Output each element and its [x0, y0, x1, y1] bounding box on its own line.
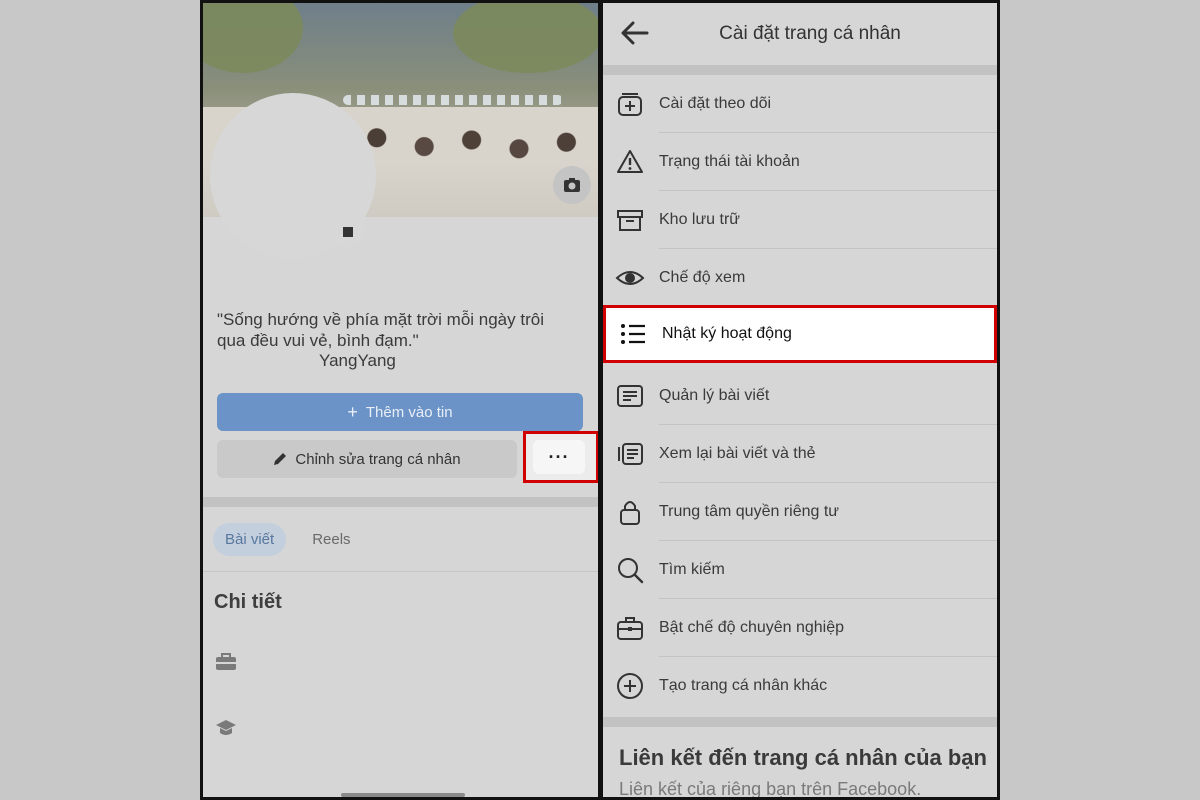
- eye-icon: [615, 263, 645, 293]
- more-options-highlight: ···: [523, 431, 598, 483]
- plus-icon: +: [347, 401, 358, 422]
- menu-item-label: Cài đặt theo dõi: [659, 95, 772, 112]
- profile-link-heading: Liên kết đến trang cá nhân của bạn: [619, 745, 987, 770]
- search-icon: [615, 555, 645, 585]
- cover-tree: [203, 3, 303, 73]
- cover-camera-button[interactable]: [553, 166, 591, 204]
- menu-item-follow-settings[interactable]: Cài đặt theo dõi: [603, 75, 997, 133]
- menu-item-label: Kho lưu trữ: [659, 211, 741, 228]
- edit-profile-label: Chỉnh sửa trang cá nhân: [295, 450, 461, 468]
- menu-item-account-status[interactable]: Trạng thái tài khoản: [603, 133, 997, 191]
- page-title: Cài đặt trang cá nhân: [719, 23, 901, 44]
- archive-icon: [615, 205, 645, 235]
- add-story-label: Thêm vào tin: [365, 403, 453, 421]
- profile-tabs: Bài viết Reels: [213, 523, 363, 556]
- section-divider: [603, 717, 997, 727]
- menu-item-label: Bật chế độ chuyên nghiệp: [659, 619, 845, 636]
- tabs-divider: [203, 571, 598, 572]
- menu-item-label: Nhật ký hoạt động: [662, 325, 792, 342]
- add-story-button[interactable]: + Thêm vào tin: [217, 393, 583, 431]
- tab-reels[interactable]: Reels: [300, 523, 362, 556]
- menu-item-label: Quản lý bài viết: [659, 387, 770, 404]
- edit-profile-button[interactable]: Chỉnh sửa trang cá nhân: [217, 440, 517, 478]
- cover-tree: [453, 3, 598, 73]
- menu-item-label: Tìm kiếm: [659, 561, 725, 578]
- menu-item-label: Xem lại bài viết và thẻ: [659, 445, 816, 462]
- profile-screen: "Sống hướng về phía mặt trời mỗi ngày tr…: [200, 0, 601, 800]
- menu-item-label: Chế độ xem: [659, 269, 746, 286]
- menu-item-label: Tạo trang cá nhân khác: [659, 677, 828, 694]
- profile-link-subtitle: Liên kết của riêng bạn trên Facebook.: [619, 779, 922, 799]
- details-heading: Chi tiết: [214, 591, 282, 613]
- section-divider: [603, 65, 997, 75]
- plus-circle-icon: [615, 671, 645, 701]
- menu-item-label: Trạng thái tài khoản: [659, 153, 800, 170]
- posts-icon: [615, 381, 645, 411]
- more-options-button[interactable]: ···: [533, 440, 585, 474]
- menu-item-view-as[interactable]: Chế độ xem: [603, 249, 997, 307]
- section-divider: [203, 497, 598, 507]
- menu-item-review-posts-tags[interactable]: Xem lại bài viết và thẻ: [603, 425, 997, 483]
- follow-settings-icon: [615, 89, 645, 119]
- bio-author: YangYang: [319, 351, 396, 370]
- menu-item-professional-mode[interactable]: Bật chế độ chuyên nghiệp: [603, 599, 997, 657]
- graduation-cap-icon: [215, 719, 237, 742]
- camera-icon: [564, 178, 580, 192]
- menu-item-privacy-center[interactable]: Trung tâm quyền riêng tư: [603, 483, 997, 541]
- menu-item-search[interactable]: Tìm kiếm: [603, 541, 997, 599]
- menu-item-label: Trung tâm quyền riêng tư: [659, 503, 839, 520]
- review-tags-icon: [615, 439, 645, 469]
- briefcase-icon: [615, 613, 645, 643]
- camera-icon: [343, 227, 353, 237]
- cover-lights: [343, 95, 563, 105]
- menu-item-activity-log[interactable]: Nhật ký hoạt động: [603, 305, 997, 363]
- profile-settings-screen: Cài đặt trang cá nhân Cài đặt theo dõi T…: [600, 0, 1000, 800]
- home-indicator: [341, 793, 465, 797]
- header: Cài đặt trang cá nhân: [603, 3, 997, 67]
- pencil-icon: [274, 453, 287, 465]
- lock-icon: [615, 497, 645, 527]
- menu-item-archive[interactable]: Kho lưu trữ: [603, 191, 997, 249]
- tab-posts[interactable]: Bài viết: [213, 523, 287, 556]
- briefcase-icon: [215, 653, 237, 676]
- bio-quote: "Sống hướng về phía mặt trời mỗi ngày tr…: [217, 310, 544, 350]
- menu-item-create-profile[interactable]: Tạo trang cá nhân khác: [603, 657, 997, 715]
- avatar-camera-button[interactable]: [331, 217, 365, 247]
- warning-icon: [615, 147, 645, 177]
- list-icon: [618, 319, 648, 349]
- menu-item-manage-posts[interactable]: Quản lý bài viết: [603, 367, 997, 425]
